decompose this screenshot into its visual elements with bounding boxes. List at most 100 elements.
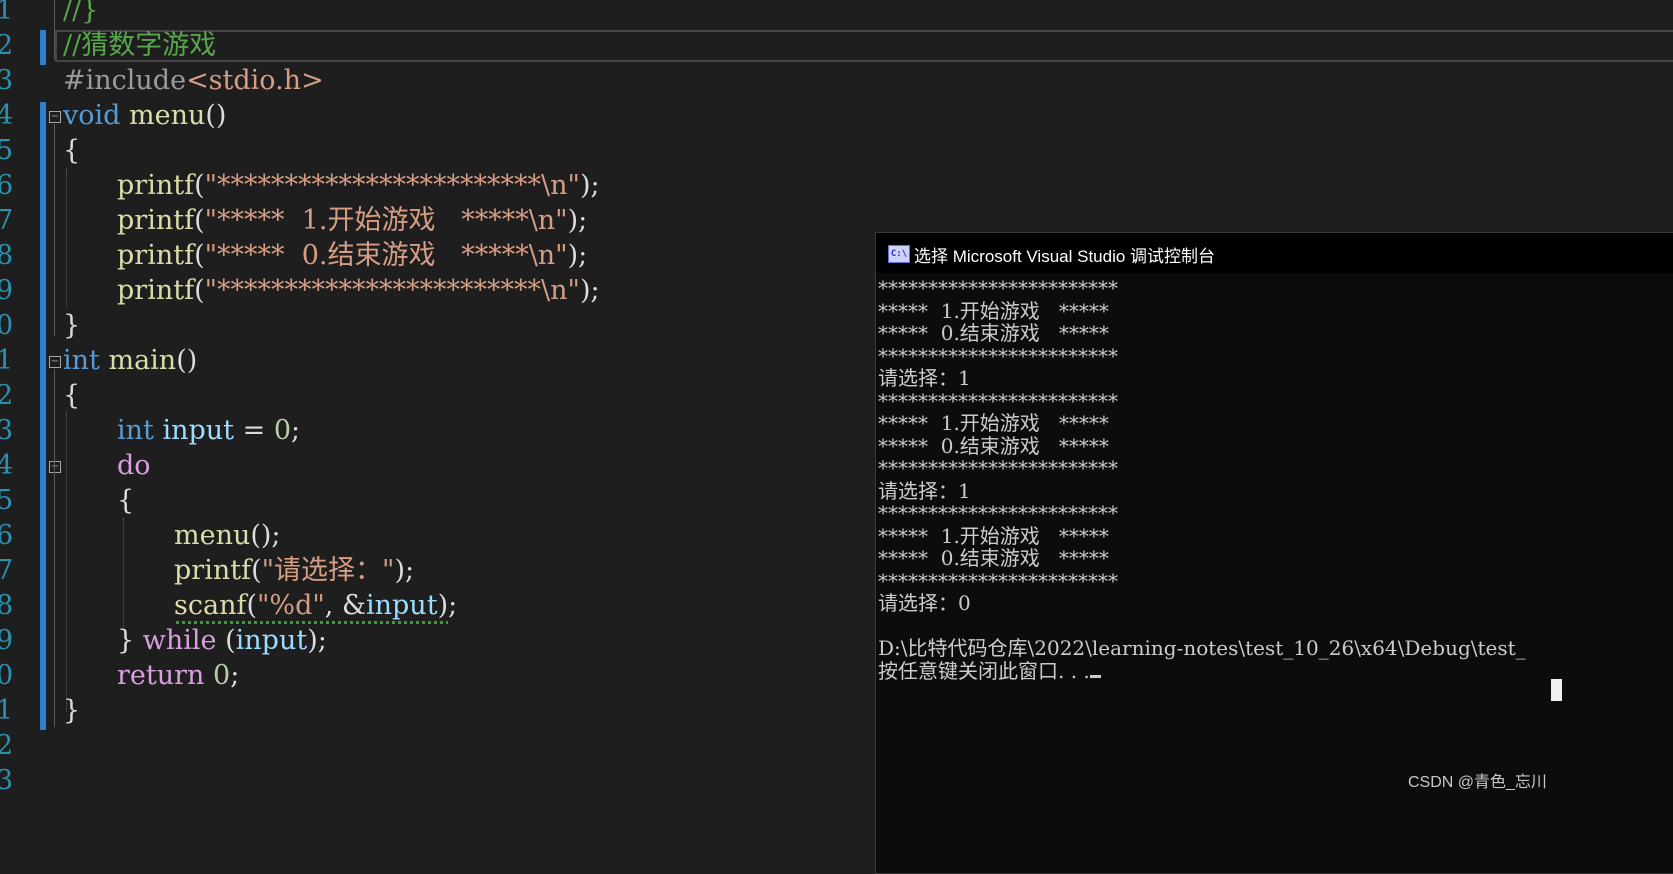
punct-token: , & [324, 590, 366, 621]
console-line: ***** 1.开始游戏 ***** [878, 412, 1526, 435]
code-line-3[interactable]: #include<stdio.h> [63, 62, 324, 99]
punct-token: ); [567, 240, 588, 271]
control-keyword-token: return [117, 660, 205, 691]
code-line-13[interactable]: int input = 0; [117, 412, 300, 449]
function-name-token: printf [174, 555, 252, 586]
collapse-icon[interactable]: − [49, 111, 61, 123]
include-header-token: <stdio.h> [186, 65, 324, 96]
line-number: 5 [0, 485, 14, 516]
console-line: 请选择：1 [878, 478, 1526, 503]
function-name-token: printf [117, 275, 195, 306]
punct-token: ( [251, 555, 262, 586]
code-line-19[interactable]: } while (input); [117, 622, 327, 659]
console-app-icon: C:\ [888, 245, 910, 263]
console-line-text: ************************ [878, 568, 1118, 593]
code-line-8[interactable]: printf("***** 0.结束游戏 *****\n"); [117, 237, 587, 274]
code-line-4[interactable]: void menu() [63, 97, 226, 134]
console-caret [1089, 674, 1101, 678]
keyword-token: int [117, 415, 154, 446]
line-number: 0 [0, 660, 14, 691]
line-number: 5 [0, 135, 14, 166]
punct-token: () [176, 345, 198, 376]
control-keyword-token: do [117, 450, 151, 481]
console-line: 请选择：0 [878, 592, 1526, 615]
punct-token: = [234, 415, 274, 446]
code-line-1[interactable]: //} [63, 0, 98, 29]
brace-token: { [63, 135, 81, 166]
console-line: ***** 1.开始游戏 ***** [878, 298, 1526, 323]
console-title-bar[interactable]: C:\ 选择 Microsoft Visual Studio 调试控制台 [876, 233, 1673, 273]
function-name-token: main [108, 345, 177, 376]
console-line: ************************ [878, 568, 1526, 593]
number-token: 0 [273, 415, 292, 446]
line-number: 8 [0, 590, 14, 621]
console-output[interactable]: ************************ ***** 1.开始游戏 ***… [878, 277, 1526, 682]
keyword-token: void [63, 100, 121, 131]
console-line: ***** 0.结束游戏 ***** [878, 547, 1526, 570]
punct-token: () [205, 100, 227, 131]
current-line-highlight [55, 30, 1673, 62]
code-line-21[interactable]: } [63, 692, 80, 729]
punct-token: ; [230, 660, 240, 691]
line-number: 4 [0, 100, 14, 131]
console-line-text: ***** 0.结束游戏 ***** [878, 321, 1109, 345]
console-line: ************************ [878, 277, 1526, 300]
console-line: ************************ [878, 457, 1526, 480]
code-line-17[interactable]: printf("请选择："); [174, 552, 414, 589]
indent-guide [66, 412, 67, 712]
line-number: 6 [0, 170, 14, 201]
line-number: 9 [0, 275, 14, 306]
console-line-text: ***** 0.结束游戏 ***** [878, 546, 1109, 570]
line-number: 0 [0, 310, 14, 341]
code-line-7[interactable]: printf("***** 1.开始游戏 *****\n"); [117, 202, 587, 239]
code-line-14[interactable]: do [117, 447, 151, 484]
console-line-text: 请选择：0 [878, 591, 971, 615]
console-line: ***** 0.结束游戏 ***** [878, 434, 1526, 458]
debug-console-window[interactable]: C:\ 选择 Microsoft Visual Studio 调试控制台 ***… [875, 232, 1673, 874]
punct-token: ( [194, 275, 205, 306]
function-name-token: scanf [174, 590, 247, 621]
punct-token: ); [579, 275, 600, 306]
console-line-text: ************************ [878, 276, 1118, 300]
punct-token: (); [250, 520, 281, 551]
collapse-icon[interactable]: − [49, 461, 61, 473]
code-line-2[interactable]: //猜数字游戏 [63, 27, 216, 64]
code-line-15[interactable]: { [117, 482, 134, 519]
keyword-token: int [63, 345, 100, 376]
code-line-10[interactable]: } [63, 307, 80, 344]
console-line-text: ************************ [878, 501, 1118, 525]
code-line-16[interactable]: menu(); [174, 517, 281, 554]
punct-token: ); [579, 170, 600, 201]
console-line-text: 请选择：1 [878, 366, 971, 390]
punct-token: ); [567, 205, 588, 236]
console-line: 按任意键关闭此窗口. . . [878, 658, 1526, 683]
punct-token: ( [194, 205, 205, 236]
preprocessor-token: #include [63, 65, 187, 96]
line-number: 1 [0, 695, 14, 726]
console-line: ************************ [878, 389, 1526, 413]
line-number: 4 [0, 450, 14, 481]
code-line-9[interactable]: printf("************************\n"); [117, 272, 600, 309]
line-number: 7 [0, 205, 14, 236]
code-line-11[interactable]: int main() [63, 342, 197, 379]
console-line-text: 按任意键关闭此窗口. . . [878, 658, 1090, 683]
number-token: 0 [213, 660, 231, 691]
function-name-token: printf [117, 170, 195, 201]
punct-token: ( [216, 625, 236, 656]
change-indicator [40, 30, 46, 65]
code-line-6[interactable]: printf("************************\n"); [117, 167, 600, 204]
code-line-12[interactable]: { [63, 377, 80, 414]
console-line: ***** 0.结束游戏 ***** [878, 322, 1526, 345]
code-line-20[interactable]: return 0; [117, 657, 239, 694]
code-line-18[interactable]: scanf("%d", &input); [174, 587, 457, 624]
console-block-cursor [1551, 679, 1562, 701]
console-line: D:\比特代码仓库\2022\learning-notes\test_10_26… [878, 637, 1526, 660]
console-line-text: ***** 1.开始游戏 ***** [878, 298, 1109, 323]
code-line-5[interactable]: { [63, 132, 80, 169]
console-line: 请选择：1 [878, 367, 1526, 390]
line-number: 2 [0, 730, 14, 761]
line-number: 2 [0, 380, 14, 411]
collapse-icon[interactable]: − [49, 356, 61, 368]
console-line-text: 请选择：1 [878, 478, 971, 503]
